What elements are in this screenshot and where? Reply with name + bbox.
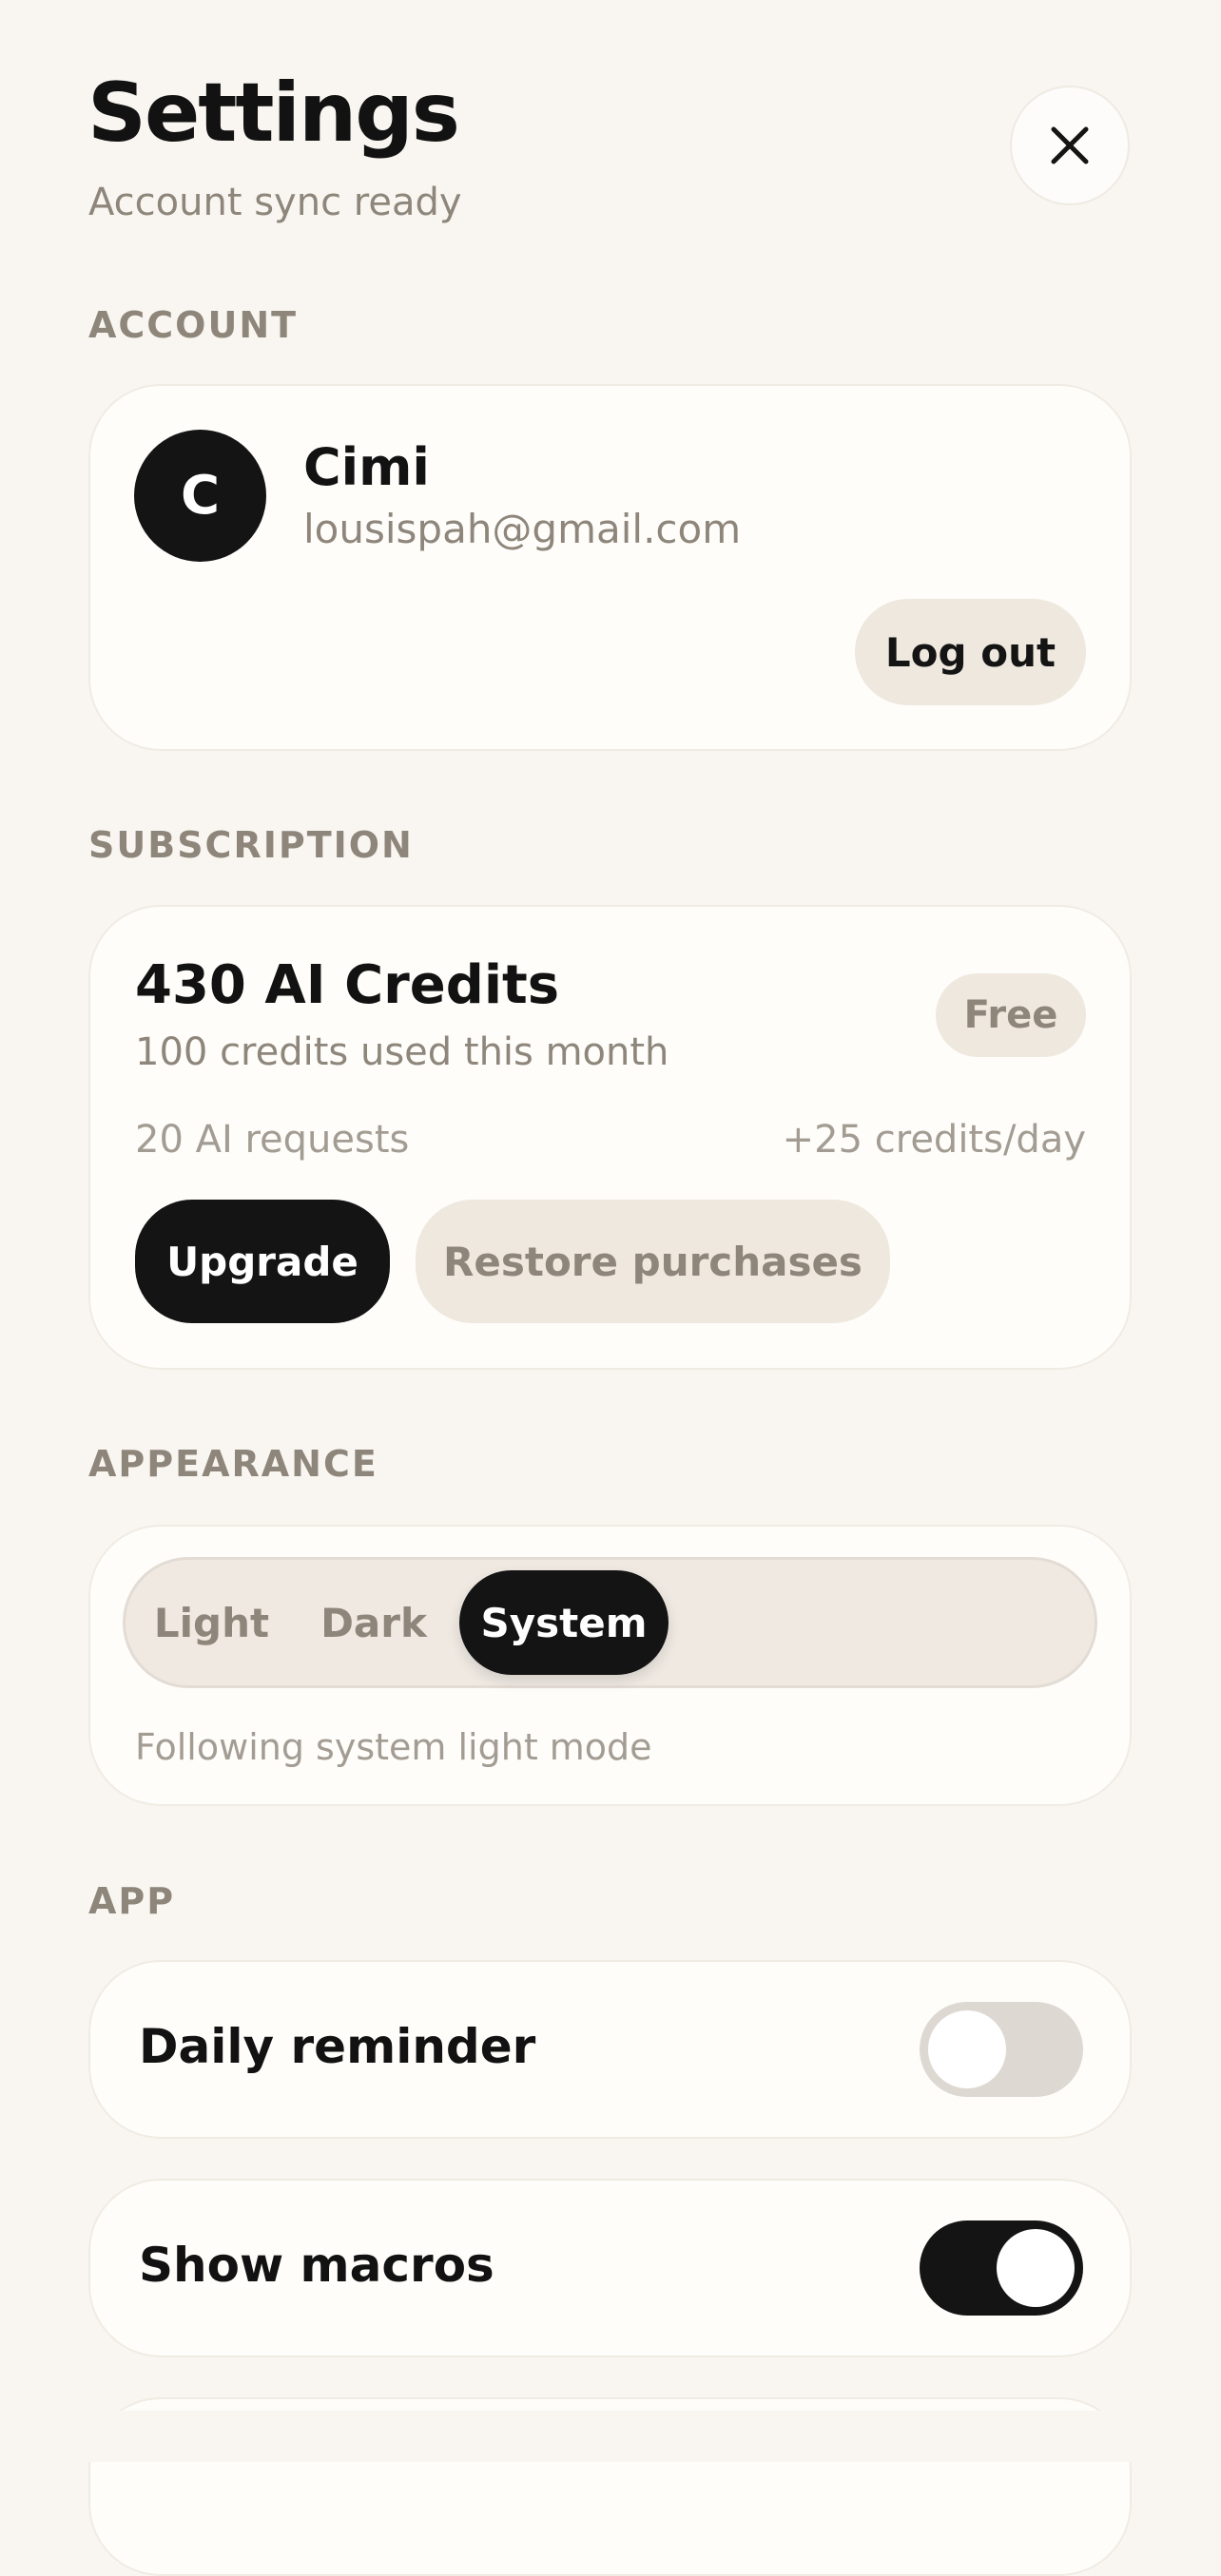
credits-used-text: 100 credits used this month	[135, 1030, 669, 1074]
user-email: lousispah@gmail.com	[303, 506, 742, 552]
credits-per-day-text: +25 credits/day	[782, 1118, 1086, 1162]
show-macros-toggle[interactable]	[920, 2220, 1083, 2316]
bottom-fade	[0, 2411, 1221, 2462]
toggle-knob	[997, 2229, 1075, 2307]
logout-button[interactable]: Log out	[855, 599, 1086, 705]
user-name: Cimi	[303, 437, 430, 497]
theme-option-system[interactable]: System	[459, 1570, 669, 1675]
close-button[interactable]	[1010, 86, 1130, 205]
plan-badge: Free	[936, 973, 1086, 1057]
avatar: C	[134, 430, 266, 562]
credits-title: 430 AI Credits	[135, 954, 560, 1016]
upgrade-button[interactable]: Upgrade	[135, 1200, 390, 1323]
toggle-knob	[928, 2010, 1006, 2088]
show-macros-label: Show macros	[139, 2238, 494, 2293]
app-section-label: APP	[88, 1880, 176, 1922]
close-icon	[1051, 126, 1089, 164]
daily-reminder-toggle[interactable]	[920, 2002, 1083, 2097]
page-title: Settings	[87, 66, 460, 161]
appearance-note: Following system light mode	[135, 1726, 652, 1768]
account-section-label: ACCOUNT	[88, 304, 299, 346]
theme-option-light[interactable]: Light	[152, 1570, 271, 1675]
appearance-section-label: APPEARANCE	[88, 1443, 378, 1485]
theme-option-dark[interactable]: Dark	[316, 1570, 432, 1675]
restore-purchases-button[interactable]: Restore purchases	[416, 1200, 890, 1323]
daily-reminder-label: Daily reminder	[139, 2019, 536, 2074]
ai-requests-text: 20 AI requests	[135, 1118, 410, 1162]
subscription-section-label: SUBSCRIPTION	[88, 824, 414, 866]
sync-status-text: Account sync ready	[88, 181, 462, 224]
